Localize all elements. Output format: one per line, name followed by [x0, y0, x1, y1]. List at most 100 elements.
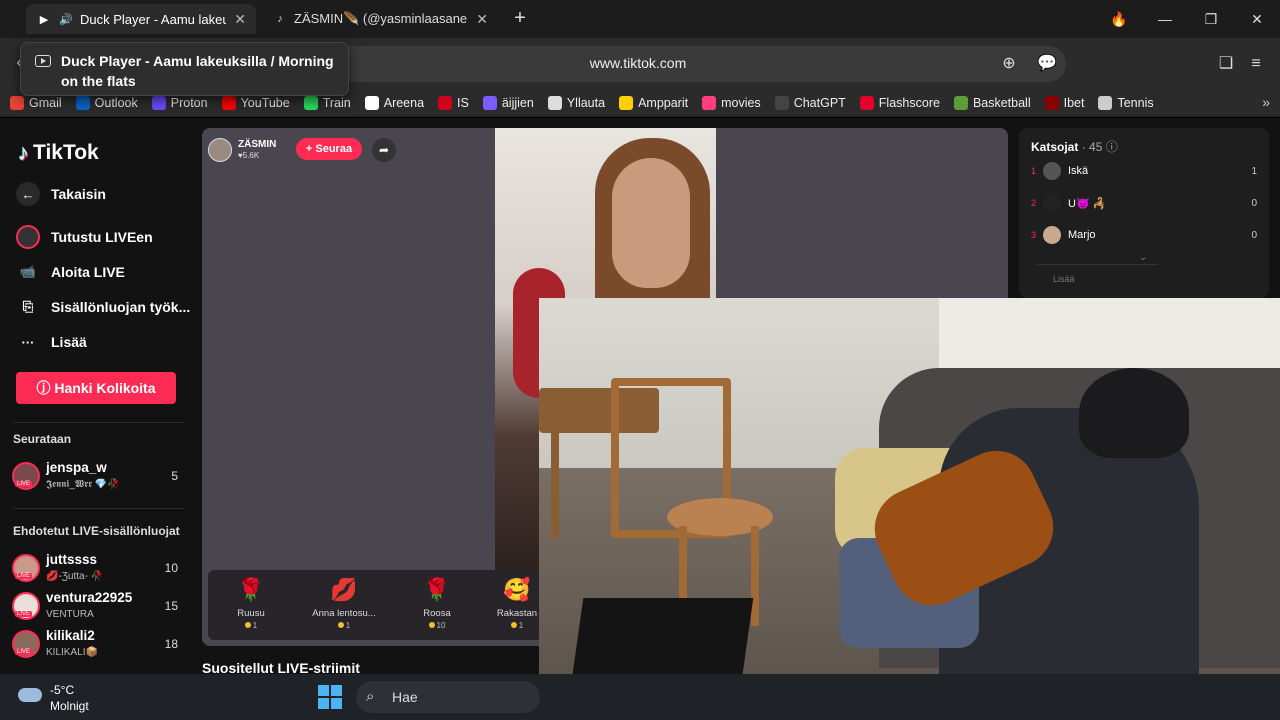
bookmark-favicon-icon	[774, 96, 789, 110]
price-value: 10	[436, 621, 446, 630]
rose-icon: 🌹	[423, 577, 451, 602]
bookmark-favicon-icon	[482, 96, 497, 110]
bookmark-yllauta[interactable]: Yllauta	[547, 96, 605, 110]
bookmark-flashscore[interactable]: Flashscore	[859, 96, 940, 110]
nav-creator-tools[interactable]: ⎘ Sisällönluojan työk...	[16, 295, 190, 319]
minimize-icon[interactable]: —	[1150, 6, 1180, 32]
share-icon[interactable]: ➦	[372, 138, 396, 162]
viewer-score: 0	[1251, 230, 1257, 241]
creator-name: jenspa_w	[46, 460, 107, 475]
bookmark-is[interactable]: IS	[438, 96, 469, 110]
bookmark-favicon-icon	[1098, 96, 1113, 110]
coin-icon	[428, 622, 435, 628]
gift-price: 1	[208, 621, 294, 630]
suggested-item[interactable]: LIVE ventura22925 VENTURA 15	[12, 590, 184, 624]
streamer-name-block: ZÄSMIN ♥5.6K	[238, 139, 276, 161]
creator-subtitle: 💋-Ʒutta- 🥀	[46, 571, 104, 582]
bookmark-label: movies	[721, 96, 761, 110]
close-icon[interactable]: ✕	[234, 11, 246, 28]
bookmark-movies[interactable]: movies	[702, 96, 761, 110]
windows-start-icon[interactable]	[318, 685, 342, 709]
bookmark-label: Areena	[383, 96, 425, 110]
bookmark-chatgpt[interactable]: ChatGPT	[774, 96, 846, 110]
coin-icon: ⓙ	[36, 380, 55, 396]
flame-icon[interactable]: 🔥	[1104, 6, 1134, 32]
tooltip-text: Duck Player - Aamu lakeuksilla / Morning…	[61, 53, 334, 89]
picture-in-picture-video[interactable]	[539, 298, 1280, 716]
bookmark-label: Train	[322, 96, 351, 110]
live-explore-icon	[16, 225, 40, 249]
tiktok-logo[interactable]: ♪ TikTok	[18, 140, 99, 166]
following-item[interactable]: LIVE jenspa_w 𝕵𝖊𝖓𝖓𝖎_𝖂𝖗𝖗 💎🥀 5	[12, 460, 184, 494]
kiss-icon: 💋	[330, 577, 358, 602]
tab-duck-player[interactable]: ▶ 🔊 Duck Player - Aamu lakeuk ✕	[26, 4, 256, 34]
bookmark-proton[interactable]: Proton	[151, 96, 208, 110]
nav-back[interactable]: ← Takaisin	[16, 182, 106, 206]
table-leg	[551, 428, 559, 538]
price-value: 1	[518, 621, 524, 630]
more-viewers-link[interactable]: Lisää	[1053, 274, 1075, 284]
tab-strip: ▶ 🔊 Duck Player - Aamu lakeuk ✕ ♪ ZÄSMIN…	[0, 0, 1280, 38]
divider	[13, 508, 185, 509]
bookmark-basketball[interactable]: Basketball	[953, 96, 1031, 110]
bookmark-favicon-icon	[702, 96, 717, 110]
viewer-rank: 3	[1031, 230, 1037, 240]
love-face-icon: 🥰	[503, 577, 531, 602]
bookmark--ijjien[interactable]: äijjien	[482, 96, 534, 110]
bookmark-label: Flashscore	[878, 96, 940, 110]
get-coins-button[interactable]: ⓙ Hanki Kolikoita	[16, 372, 176, 404]
rose-icon: 🌹	[237, 577, 265, 602]
weather-widget[interactable]: -5°C Molnigt	[18, 682, 89, 714]
follow-button[interactable]: + Seuraa	[296, 138, 362, 160]
viewer-name: Marjo	[1068, 229, 1096, 241]
restore-icon[interactable]: ❐	[1196, 6, 1226, 32]
gift-item[interactable]: 🌹 Roosa 10	[394, 576, 480, 630]
creator-name: ventura22925	[46, 590, 133, 605]
suggested-item[interactable]: LIVE juttssss 💋-Ʒutta- 🥀 10	[12, 552, 184, 586]
creator-subtitle: KILIKALI📦	[46, 647, 98, 658]
bookmark-label: Proton	[170, 96, 208, 110]
menu-icon[interactable]: ≡	[1243, 51, 1269, 77]
speaker-icon: 🔊	[59, 13, 73, 26]
bookmarks-overflow-icon[interactable]: »	[1262, 94, 1270, 110]
suggested-item[interactable]: LIVE kilikali2 KILIKALI📦 18	[12, 628, 184, 662]
tab-tiktok[interactable]: ♪ ZÄSMIN🪶 (@yasminlaasanen ✕	[262, 4, 498, 34]
feedback-icon[interactable]: 💬	[1034, 51, 1060, 77]
gift-name: Roosa	[423, 608, 451, 619]
viewer-row[interactable]: 3 Marjo 0	[1031, 224, 1257, 248]
bookmark-label: Tennis	[1117, 96, 1154, 110]
new-tab-button[interactable]: +	[508, 7, 532, 31]
viewers-title: Katsojat · 45 ⓘ	[1031, 138, 1118, 155]
chevron-down-icon[interactable]: ⌄	[1139, 252, 1147, 263]
nav-more[interactable]: ··· Lisää	[16, 330, 87, 354]
help-icon[interactable]: ⓘ	[1106, 140, 1118, 154]
taskbar-search[interactable]: ⌕ Hae	[356, 681, 540, 713]
add-bookmark-icon[interactable]: ⊕	[996, 51, 1022, 77]
bookmark-label: IS	[457, 96, 469, 110]
bookmark-favicon-icon	[151, 96, 166, 110]
bookmark-areena[interactable]: Areena	[364, 96, 425, 110]
bookmark-ibet[interactable]: Ibet	[1044, 96, 1085, 110]
viewer-row[interactable]: 2 U👿 🦂 0	[1031, 192, 1257, 216]
bookmark-gmail[interactable]: Gmail	[10, 96, 62, 110]
tabs-overview-icon[interactable]: ❏	[1213, 51, 1239, 77]
viewer-row[interactable]: 1 Iskä 1	[1031, 160, 1257, 184]
bookmark-tennis[interactable]: Tennis	[1098, 96, 1154, 110]
viewers-count: · 45	[1081, 140, 1103, 154]
bookmark-outlook[interactable]: Outlook	[75, 96, 138, 110]
video-player-icon	[35, 55, 51, 67]
bookmark-train[interactable]: Train	[303, 96, 351, 110]
bookmark-favicon-icon	[364, 96, 379, 110]
close-icon[interactable]: ✕	[476, 11, 488, 28]
bookmark-label: Ibet	[1063, 96, 1085, 110]
gift-item[interactable]: 🌹 Ruusu 1	[208, 576, 294, 630]
nav-explore-live[interactable]: Tutustu LIVEen	[16, 225, 153, 249]
sidebar: ♪ TikTok ← Takaisin Tutustu LIVEen 📹 Alo…	[0, 118, 192, 674]
likes-value: 5.6K	[242, 151, 260, 160]
bookmark-favicon-icon	[953, 96, 968, 110]
nav-start-live[interactable]: 📹 Aloita LIVE	[16, 260, 125, 284]
window-close-icon[interactable]: ✕	[1242, 6, 1272, 32]
bookmark-youtube[interactable]: YouTube	[221, 96, 290, 110]
gift-item[interactable]: 💋 Anna lentosu... 1	[301, 576, 387, 630]
bookmark-ampparit[interactable]: Ampparit	[619, 96, 688, 110]
